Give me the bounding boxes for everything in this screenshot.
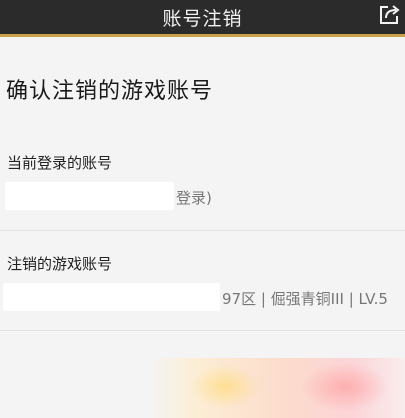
current-account-label: 当前登录的账号 [7, 154, 113, 172]
current-account-redaction [5, 182, 174, 210]
watermark-logo [150, 358, 405, 418]
game-account-label: 注销的游戏账号 [7, 255, 113, 273]
page-title: 账号注销 [162, 8, 243, 30]
share-button[interactable] [377, 3, 401, 27]
game-account-suffix: 97区 | 倔强青铜III | LV.5 [222, 290, 388, 308]
share-icon [380, 5, 400, 24]
current-account-suffix: 登录) [176, 189, 212, 207]
watermark-glow [190, 364, 260, 409]
section-heading: 确认注销的游戏账号 [6, 79, 214, 104]
top-bar: 账号注销 [0, 0, 405, 37]
game-account-redaction [3, 283, 220, 311]
watermark-glow [300, 362, 390, 412]
divider [0, 230, 405, 231]
divider [0, 330, 405, 331]
